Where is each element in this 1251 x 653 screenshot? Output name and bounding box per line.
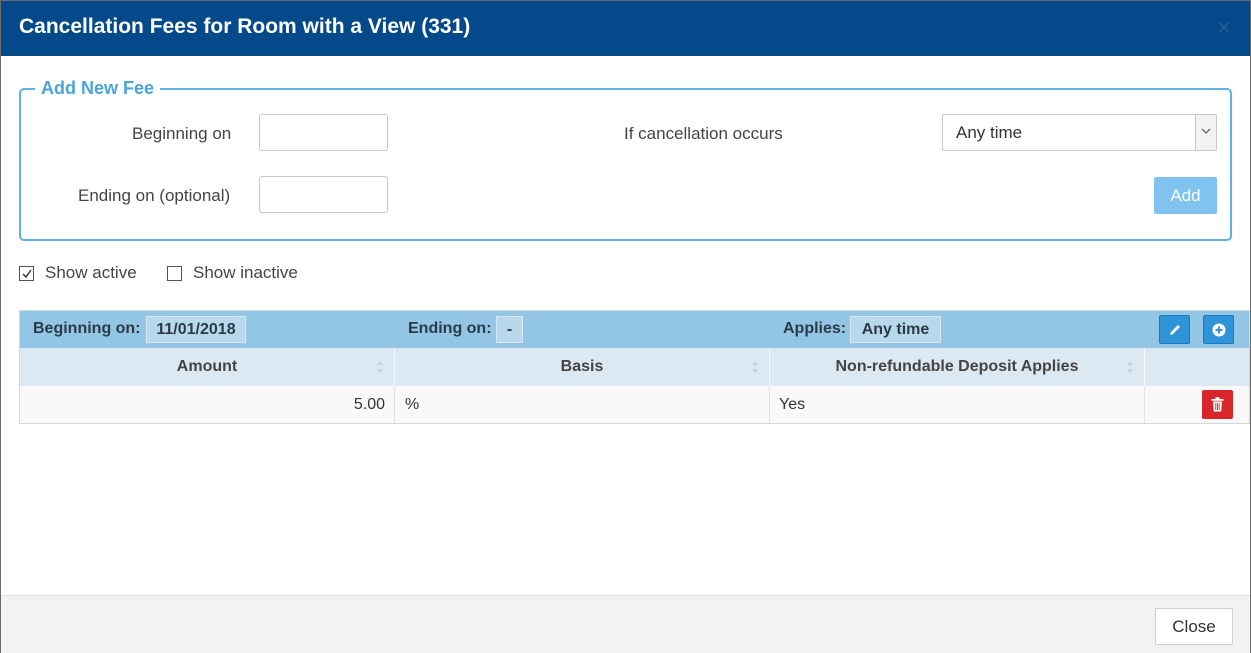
pencil-icon [1170,325,1180,335]
show-active-checkbox[interactable] [19,266,34,281]
show-inactive-label: Show inactive [193,263,298,282]
cancellation-occurs-value: Any time [956,123,1023,142]
group-ending-value: - [496,316,523,343]
cell-basis: % [395,386,770,423]
column-header-amount[interactable]: Amount [20,348,395,386]
plus-circle-icon [1212,323,1226,337]
close-icon[interactable]: ✕ [1216,19,1232,37]
dialog-title: Cancellation Fees for Room with a View (… [19,15,471,38]
sort-icon [377,361,383,373]
trash-icon [1211,397,1224,412]
cell-deposit: Yes [770,386,1145,423]
add-fee-button[interactable]: Add [1154,177,1217,214]
ending-on-label: Ending on (optional) [78,186,231,205]
group-applies-label: Applies: [783,320,847,337]
cell-actions [1145,386,1249,423]
close-button[interactable]: Close [1155,608,1233,645]
column-header-basis[interactable]: Basis [395,348,770,386]
column-header-deposit[interactable]: Non-refundable Deposit Applies [770,348,1145,386]
fees-grid: Beginning on: 11/01/2018 Ending on: - Ap… [19,310,1250,424]
cell-amount: 5.00 [20,386,395,423]
group-applies-value: Any time [850,316,941,343]
column-header-actions [1145,348,1249,386]
fee-group-header: Beginning on: 11/01/2018 Ending on: - Ap… [20,311,1249,348]
cancellation-fees-dialog: Cancellation Fees for Room with a View (… [0,0,1251,653]
cancellation-occurs-label: If cancellation occurs [624,124,783,143]
beginning-on-input[interactable] [259,114,388,151]
dialog-header: Cancellation Fees for Room with a View (… [1,1,1250,56]
add-new-fee-panel: Add New Fee Beginning on Ending on (opti… [19,78,1232,241]
delete-fee-button[interactable] [1202,390,1233,419]
ending-on-input[interactable] [259,176,388,213]
group-ending-label: Ending on: [408,320,492,337]
show-active-label: Show active [45,263,137,282]
group-beginning-value: 11/01/2018 [146,316,246,343]
column-amount-label: Amount [176,358,238,375]
column-basis-label: Basis [560,358,604,375]
group-beginning-label: Beginning on: [33,320,141,337]
cancellation-occurs-select[interactable]: Any time [942,114,1217,151]
dialog-footer: Close [1,595,1250,653]
chevron-down-icon [1195,115,1216,150]
add-fee-row-button[interactable] [1203,315,1234,344]
edit-fee-button[interactable] [1159,315,1190,344]
show-inactive-checkbox[interactable] [167,266,182,281]
sort-icon [1127,361,1133,373]
sort-icon [752,361,758,373]
add-new-fee-legend: Add New Fee [35,78,161,99]
beginning-on-label: Beginning on [132,124,232,143]
column-deposit-label: Non-refundable Deposit Applies [835,358,1079,375]
